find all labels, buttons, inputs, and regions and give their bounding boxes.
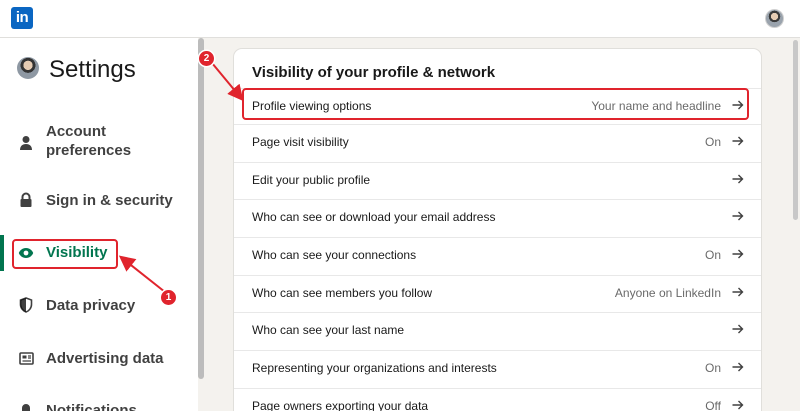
- sidebar-item-advertising-data[interactable]: Advertising data: [0, 341, 198, 377]
- top-navigation-bar: in: [0, 0, 800, 38]
- settings-row-organizations-interests[interactable]: Representing your organizations and inte…: [234, 350, 761, 388]
- settings-row-email-address[interactable]: Who can see or download your email addre…: [234, 199, 761, 237]
- shield-icon: [18, 297, 34, 313]
- annotation-badge-2: 2: [199, 51, 214, 66]
- sidebar-scrollbar-thumb[interactable]: [198, 38, 204, 379]
- arrow-right-icon: [732, 400, 744, 410]
- sidebar-item-notifications[interactable]: Notifications: [0, 393, 198, 411]
- settings-row-edit-public-profile[interactable]: Edit your public profile: [234, 162, 761, 200]
- annotation-highlight-profile-viewing: [242, 88, 749, 120]
- bell-icon: [18, 402, 34, 411]
- row-value: On: [704, 361, 721, 375]
- settings-title: Settings: [49, 56, 136, 83]
- sidebar-item-label: Advertising data: [46, 350, 164, 367]
- settings-row-connections[interactable]: Who can see your connections On: [234, 237, 761, 275]
- row-label: Who can see your last name: [252, 323, 405, 337]
- row-value: Anyone on LinkedIn: [614, 286, 721, 300]
- linkedin-logo[interactable]: in: [11, 7, 33, 29]
- sidebar-item-sign-in-security[interactable]: Sign in & security: [0, 183, 198, 219]
- annotation-badge-1: 1: [161, 290, 176, 305]
- settings-row-page-owners-exporting[interactable]: Page owners exporting your data Off: [234, 388, 761, 411]
- arrow-right-icon: [732, 324, 744, 334]
- person-icon: [18, 135, 34, 151]
- section-title: Visibility of your profile & network: [252, 64, 496, 81]
- sidebar-item-label: Data privacy: [46, 297, 136, 314]
- annotation-highlight-visibility: [12, 239, 118, 269]
- active-indicator: [0, 235, 4, 271]
- row-value: On: [704, 248, 721, 262]
- row-label: Page owners exporting your data: [252, 399, 429, 411]
- sidebar-scrollbar[interactable]: [198, 38, 204, 411]
- row-value: Off: [705, 399, 721, 411]
- profile-avatar[interactable]: [765, 9, 784, 28]
- arrow-right-icon: [732, 287, 744, 297]
- row-label: Who can see or download your email addre…: [252, 210, 496, 224]
- row-value: On: [704, 135, 721, 149]
- arrow-right-icon: [732, 362, 744, 372]
- row-label: Page visit visibility: [252, 135, 349, 149]
- arrow-right-icon: [732, 136, 744, 146]
- sidebar-item-label: Account preferences: [46, 123, 132, 159]
- row-label: Representing your organizations and inte…: [252, 361, 497, 375]
- arrow-right-icon: [732, 249, 744, 259]
- row-label: Who can see members you follow: [252, 286, 433, 300]
- arrow-right-icon: [732, 211, 744, 221]
- sidebar-item-account-preferences[interactable]: Account preferences: [0, 118, 198, 168]
- newspaper-icon: [18, 350, 34, 366]
- row-label: Who can see your connections: [252, 248, 417, 262]
- settings-row-members-you-follow[interactable]: Who can see members you follow Anyone on…: [234, 275, 761, 313]
- arrow-right-icon: [732, 174, 744, 184]
- page-scrollbar-thumb[interactable]: [793, 40, 798, 220]
- page-scrollbar[interactable]: [791, 38, 800, 411]
- settings-row-page-visit-visibility[interactable]: Page visit visibility On: [234, 124, 761, 162]
- settings-row-last-name[interactable]: Who can see your last name: [234, 312, 761, 350]
- settings-avatar: [17, 57, 39, 79]
- lock-icon: [18, 192, 34, 208]
- row-label: Edit your public profile: [252, 173, 371, 187]
- sidebar-item-label: Notifications: [46, 402, 137, 411]
- settings-sidebar: Settings Account preferences Sign in & s…: [0, 38, 198, 411]
- sidebar-item-label: Sign in & security: [46, 192, 173, 209]
